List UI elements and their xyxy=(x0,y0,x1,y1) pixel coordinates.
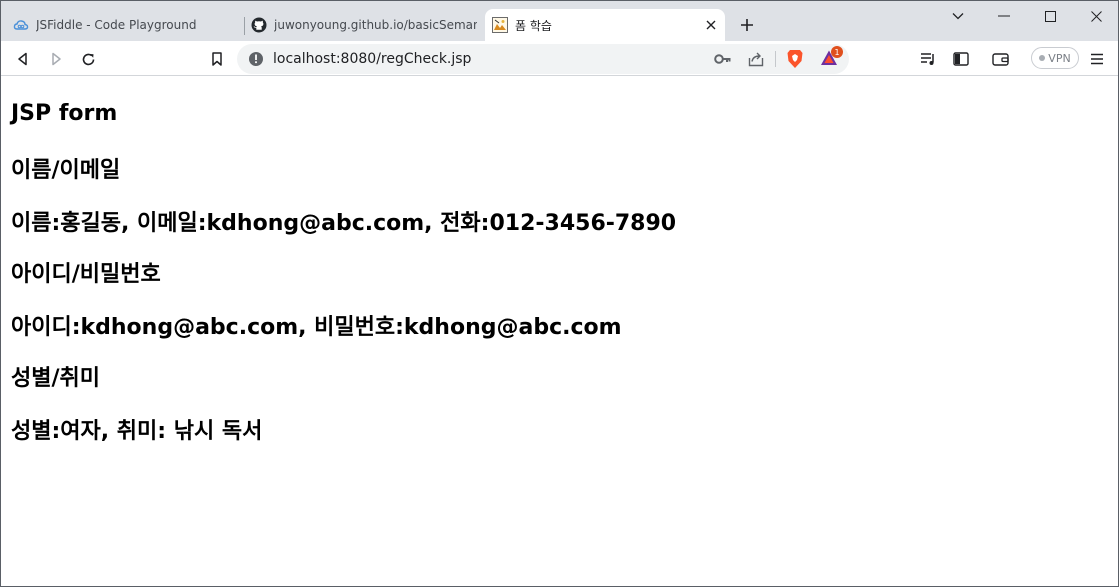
tab-github[interactable]: juwonyoung.github.io/basicSemantic- xyxy=(251,9,483,41)
bookmark-icon[interactable] xyxy=(205,47,229,71)
tab-title: juwonyoung.github.io/basicSemantic- xyxy=(274,18,477,32)
wallet-icon[interactable] xyxy=(989,47,1013,71)
sidebar-icon[interactable] xyxy=(949,47,973,71)
tab-title: JSFiddle - Code Playground xyxy=(36,18,197,32)
playlist-icon[interactable] xyxy=(917,47,941,71)
brave-shields-icon[interactable] xyxy=(786,49,804,73)
tab-title: 폼 학습 xyxy=(515,18,552,33)
jsfiddle-icon xyxy=(13,17,29,33)
browser-window: JSFiddle - Code Playground juwonyoung.gi… xyxy=(0,0,1119,587)
page-heading: JSP form xyxy=(11,101,118,126)
section-heading-name-email: 이름/이메일 xyxy=(11,158,121,183)
reload-button[interactable] xyxy=(76,47,100,71)
minimize-button[interactable] xyxy=(981,1,1027,31)
menu-icon[interactable] xyxy=(1085,47,1109,71)
tab-active-form[interactable]: 폼 학습 xyxy=(485,9,725,41)
vpn-status-dot xyxy=(1039,55,1046,61)
maximize-button[interactable] xyxy=(1027,1,1073,31)
tab-separator xyxy=(244,17,245,35)
vpn-label: VPN xyxy=(1048,51,1071,65)
gender-hobby-value: 성별:여자, 취미: 낚시 독서 xyxy=(11,419,263,444)
vpn-button[interactable]: VPN xyxy=(1031,47,1079,69)
section-heading-id-password: 아이디/비밀번호 xyxy=(11,262,161,287)
key-icon[interactable] xyxy=(714,51,732,70)
close-tab-icon[interactable] xyxy=(703,17,719,33)
close-window-button[interactable] xyxy=(1073,1,1118,31)
omnibox-divider xyxy=(775,51,776,67)
url-text: localhost:8080/regCheck.jsp xyxy=(273,51,472,67)
page-favicon xyxy=(492,17,508,33)
name-email-value: 이름:홍길동, 이메일:kdhong@abc.com, 전화:012-3456-… xyxy=(11,211,677,236)
site-info-icon[interactable] xyxy=(248,51,264,67)
toolbar: localhost:8080/regCheck.jsp 1 VPN xyxy=(1,41,1118,76)
share-icon[interactable] xyxy=(747,50,765,72)
new-tab-button[interactable] xyxy=(735,13,759,37)
section-heading-gender-hobby: 성별/취미 xyxy=(11,366,100,391)
rewards-badge: 1 xyxy=(831,46,843,58)
back-button[interactable] xyxy=(11,47,35,71)
github-icon xyxy=(251,17,267,33)
tab-jsfiddle[interactable]: JSFiddle - Code Playground xyxy=(13,9,243,41)
id-password-value: 아이디:kdhong@abc.com, 비밀번호:kdhong@abc.com xyxy=(11,315,622,340)
tab-strip: JSFiddle - Code Playground juwonyoung.gi… xyxy=(1,1,1118,41)
forward-button[interactable] xyxy=(44,47,68,71)
tab-search-button[interactable] xyxy=(935,1,981,31)
page-content: JSP form 이름/이메일 이름:홍길동, 이메일:kdhong@abc.c… xyxy=(1,77,1118,586)
address-bar[interactable]: localhost:8080/regCheck.jsp 1 xyxy=(237,44,849,74)
